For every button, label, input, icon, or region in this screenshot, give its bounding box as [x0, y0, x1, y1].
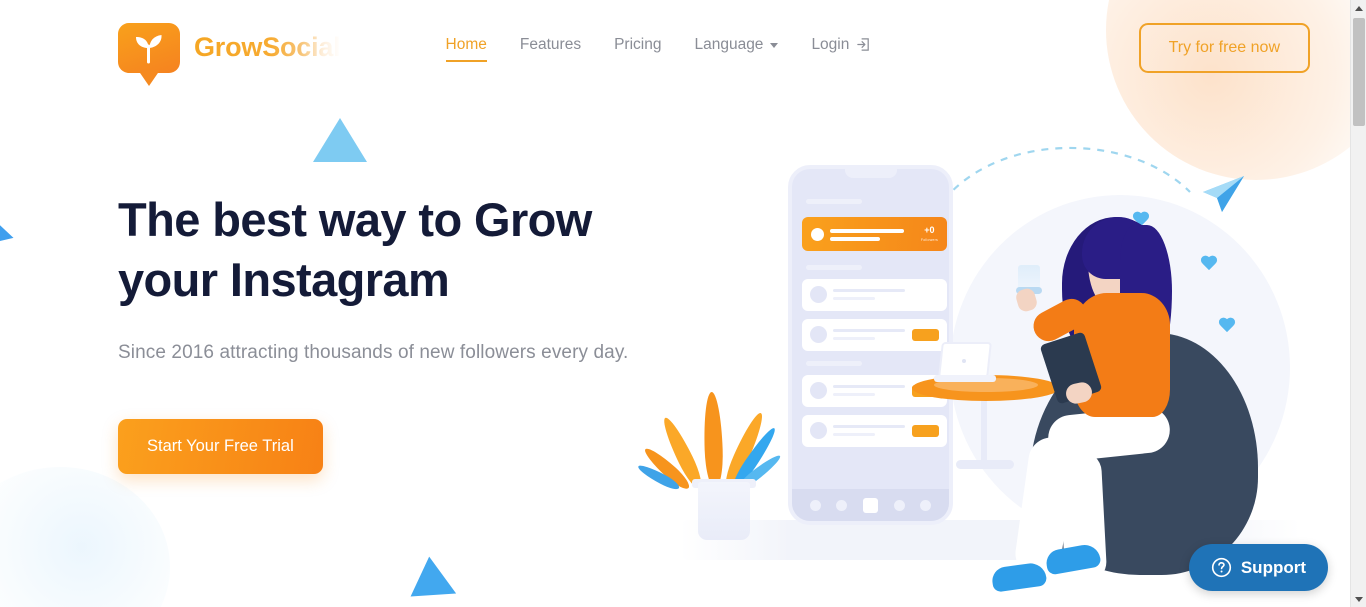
main-nav: Home Features Pricing Language Login [445, 35, 872, 62]
chevron-down-icon [770, 43, 779, 48]
shoe [990, 561, 1048, 593]
paper-plane-icon [1203, 176, 1244, 212]
phone-section-label [806, 265, 862, 270]
scrollbar-thumb[interactable] [1353, 18, 1365, 126]
follower-badge-caption: Followers [920, 238, 938, 242]
text-line [833, 289, 905, 293]
laptop-logo-dot [962, 359, 966, 363]
phone-bottom-nav [792, 489, 949, 521]
follower-badge: +0 Followers [921, 225, 938, 245]
sign-in-icon [857, 38, 870, 51]
blue-triangle-bottom-icon [410, 556, 466, 607]
follower-badge-value: +0 [924, 225, 935, 235]
site-header: GrowSocial Home Features Pricing Languag… [0, 0, 1350, 95]
avatar [810, 286, 827, 303]
phone-section-label [806, 199, 862, 204]
person-illustration [970, 215, 1270, 593]
avatar [811, 228, 824, 241]
nav-item-login[interactable]: Login [811, 36, 871, 60]
nav-item-pricing-label: Pricing [614, 35, 662, 53]
phone-nav-dot [809, 499, 821, 511]
nav-item-features[interactable]: Features [520, 36, 581, 60]
phone-mockup: +0 Followers [788, 165, 953, 525]
hero-subtitle: Since 2016 attracting thousands of new f… [118, 342, 629, 363]
nav-item-features-label: Features [519, 35, 582, 53]
phone-nav-dot [893, 499, 905, 511]
phone-nav-dot [836, 499, 848, 511]
page-scrollbar[interactable] [1350, 0, 1366, 607]
phone-nav-dot [920, 499, 932, 511]
sprout-leaf-icon [118, 22, 180, 73]
dashed-arc [943, 146, 1191, 201]
text-line [833, 337, 875, 341]
avatar [810, 326, 827, 343]
text-line [833, 329, 905, 333]
logo-text: GrowSocial [194, 32, 341, 62]
text-line [833, 393, 875, 397]
nav-item-home-label: Home [445, 35, 487, 53]
phone-list-row [802, 319, 947, 351]
phone-highlight-card: +0 Followers [802, 217, 947, 251]
phone-row-action-button [912, 329, 939, 341]
text-line [833, 385, 905, 389]
text-line [833, 297, 875, 301]
nav-item-login-label: Login [811, 35, 850, 53]
text-line [833, 433, 875, 437]
avatar [810, 422, 827, 439]
nav-item-language[interactable]: Language [694, 35, 779, 60]
hero-illustration: +0 Followers [636, 120, 1340, 607]
avatar [810, 382, 827, 399]
logo[interactable]: GrowSocial [118, 22, 341, 73]
hero-title: The best way to Grow your Instagram [118, 193, 592, 306]
support-widget-label: Support [1240, 557, 1306, 577]
text-line [830, 229, 904, 233]
phone-notch [844, 169, 897, 178]
blue-blob-decoration [0, 467, 170, 607]
phone-list-row [802, 415, 947, 447]
start-free-trial-button[interactable]: Start Your Free Trial [118, 419, 323, 474]
plant-pot [698, 482, 750, 540]
try-for-free-button[interactable]: Try for free now [1138, 22, 1310, 73]
phone-nav-dot-active [862, 497, 878, 513]
text-line [833, 425, 905, 429]
nav-item-home[interactable]: Home [445, 35, 488, 62]
support-widget-button[interactable]: Support [1188, 544, 1328, 591]
landing-page: GrowSocial Home Features Pricing Languag… [0, 0, 1366, 607]
hero-section: The best way to Grow your Instagram Sinc… [118, 190, 698, 474]
phone-section-label [806, 361, 862, 366]
blue-triangle-left-icon [0, 214, 18, 254]
blue-triangle-top-icon [313, 118, 367, 162]
text-line [830, 237, 880, 241]
phone-row-action-button [912, 425, 939, 437]
scroll-up-arrow-icon[interactable] [1351, 0, 1366, 16]
phone-list-row [802, 279, 947, 311]
nav-item-pricing[interactable]: Pricing [614, 36, 661, 60]
question-circle-icon [1211, 557, 1231, 578]
nav-item-language-label: Language [694, 35, 764, 53]
scroll-down-arrow-icon[interactable] [1351, 591, 1366, 607]
